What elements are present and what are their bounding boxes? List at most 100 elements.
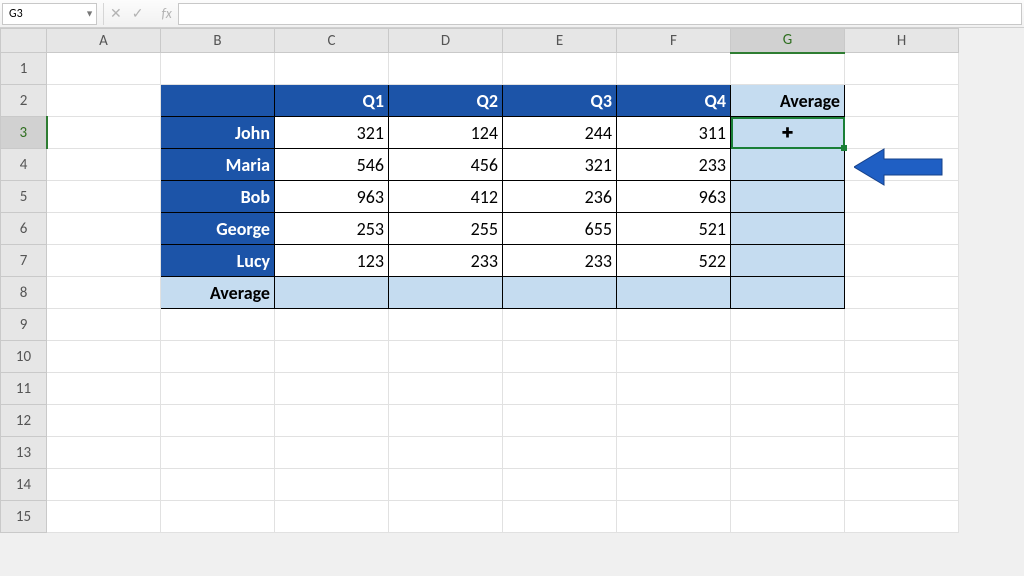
cell-G2[interactable]: Average [731,85,845,117]
cell-G14[interactable] [731,469,845,501]
cell-F9[interactable] [617,309,731,341]
cell-A7[interactable] [47,245,161,277]
cell-H11[interactable] [845,373,959,405]
cell-F1[interactable] [617,53,731,85]
cell-H15[interactable] [845,501,959,533]
cell-C3[interactable]: 321 [275,117,389,149]
cell-F12[interactable] [617,405,731,437]
cell-A12[interactable] [47,405,161,437]
cell-C6[interactable]: 253 [275,213,389,245]
cell-B10[interactable] [161,341,275,373]
cell-H13[interactable] [845,437,959,469]
cell-D14[interactable] [389,469,503,501]
cell-A13[interactable] [47,437,161,469]
cell-H8[interactable] [845,277,959,309]
fill-handle[interactable] [841,145,847,151]
cell-G3[interactable]: ✚ [731,117,845,149]
cell-E13[interactable] [503,437,617,469]
cell-F4[interactable]: 233 [617,149,731,181]
cell-D11[interactable] [389,373,503,405]
cell-B6[interactable]: George [161,213,275,245]
cell-G6[interactable] [731,213,845,245]
col-header-D[interactable]: D [389,29,503,53]
cell-B14[interactable] [161,469,275,501]
cell-C7[interactable]: 123 [275,245,389,277]
row-header-12[interactable]: 12 [1,405,47,437]
cell-D1[interactable] [389,53,503,85]
chevron-down-icon[interactable]: ▼ [85,8,94,19]
cell-C13[interactable] [275,437,389,469]
cell-H6[interactable] [845,213,959,245]
row-header-13[interactable]: 13 [1,437,47,469]
row-header-15[interactable]: 15 [1,501,47,533]
cell-H10[interactable] [845,341,959,373]
row-header-5[interactable]: 5 [1,181,47,213]
cell-C9[interactable] [275,309,389,341]
cell-A9[interactable] [47,309,161,341]
col-header-H[interactable]: H [845,29,959,53]
cell-B11[interactable] [161,373,275,405]
cell-E3[interactable]: 244 [503,117,617,149]
cell-D7[interactable]: 233 [389,245,503,277]
cell-A4[interactable] [47,149,161,181]
cell-H1[interactable] [845,53,959,85]
cell-B1[interactable] [161,53,275,85]
cell-D9[interactable] [389,309,503,341]
cell-H12[interactable] [845,405,959,437]
formula-bar-input[interactable] [178,3,1022,25]
cell-C15[interactable] [275,501,389,533]
cell-B15[interactable] [161,501,275,533]
cell-F3[interactable]: 311 [617,117,731,149]
cell-B3[interactable]: John [161,117,275,149]
cell-H14[interactable] [845,469,959,501]
cell-E12[interactable] [503,405,617,437]
spreadsheet-grid[interactable]: A B C D E F G H 1 2 Q1 Q2 Q3 Q4 Average … [0,28,1024,533]
cell-B8[interactable]: Average [161,277,275,309]
cell-F7[interactable]: 522 [617,245,731,277]
select-all-corner[interactable] [1,29,47,53]
cell-B5[interactable]: Bob [161,181,275,213]
cell-B4[interactable]: Maria [161,149,275,181]
cell-E2[interactable]: Q3 [503,85,617,117]
cell-D5[interactable]: 412 [389,181,503,213]
cell-E10[interactable] [503,341,617,373]
cell-A1[interactable] [47,53,161,85]
cell-D13[interactable] [389,437,503,469]
cell-E9[interactable] [503,309,617,341]
cell-D6[interactable]: 255 [389,213,503,245]
cell-G5[interactable] [731,181,845,213]
cell-G12[interactable] [731,405,845,437]
cell-D2[interactable]: Q2 [389,85,503,117]
row-header-11[interactable]: 11 [1,373,47,405]
cell-E6[interactable]: 655 [503,213,617,245]
row-header-7[interactable]: 7 [1,245,47,277]
cell-G8[interactable] [731,277,845,309]
cell-G13[interactable] [731,437,845,469]
cell-G4[interactable] [731,149,845,181]
cell-F8[interactable] [617,277,731,309]
cell-E5[interactable]: 236 [503,181,617,213]
cell-G15[interactable] [731,501,845,533]
cell-C12[interactable] [275,405,389,437]
cell-H2[interactable] [845,85,959,117]
cell-F13[interactable] [617,437,731,469]
cell-E1[interactable] [503,53,617,85]
row-header-4[interactable]: 4 [1,149,47,181]
cell-G11[interactable] [731,373,845,405]
cell-H3[interactable] [845,117,959,149]
col-header-E[interactable]: E [503,29,617,53]
row-header-1[interactable]: 1 [1,53,47,85]
col-header-F[interactable]: F [617,29,731,53]
cell-D8[interactable] [389,277,503,309]
cell-B9[interactable] [161,309,275,341]
cell-F11[interactable] [617,373,731,405]
cell-B7[interactable]: Lucy [161,245,275,277]
row-header-8[interactable]: 8 [1,277,47,309]
cell-C11[interactable] [275,373,389,405]
cell-F6[interactable]: 521 [617,213,731,245]
cell-C5[interactable]: 963 [275,181,389,213]
cell-C1[interactable] [275,53,389,85]
cell-D4[interactable]: 456 [389,149,503,181]
cell-A6[interactable] [47,213,161,245]
cell-A2[interactable] [47,85,161,117]
